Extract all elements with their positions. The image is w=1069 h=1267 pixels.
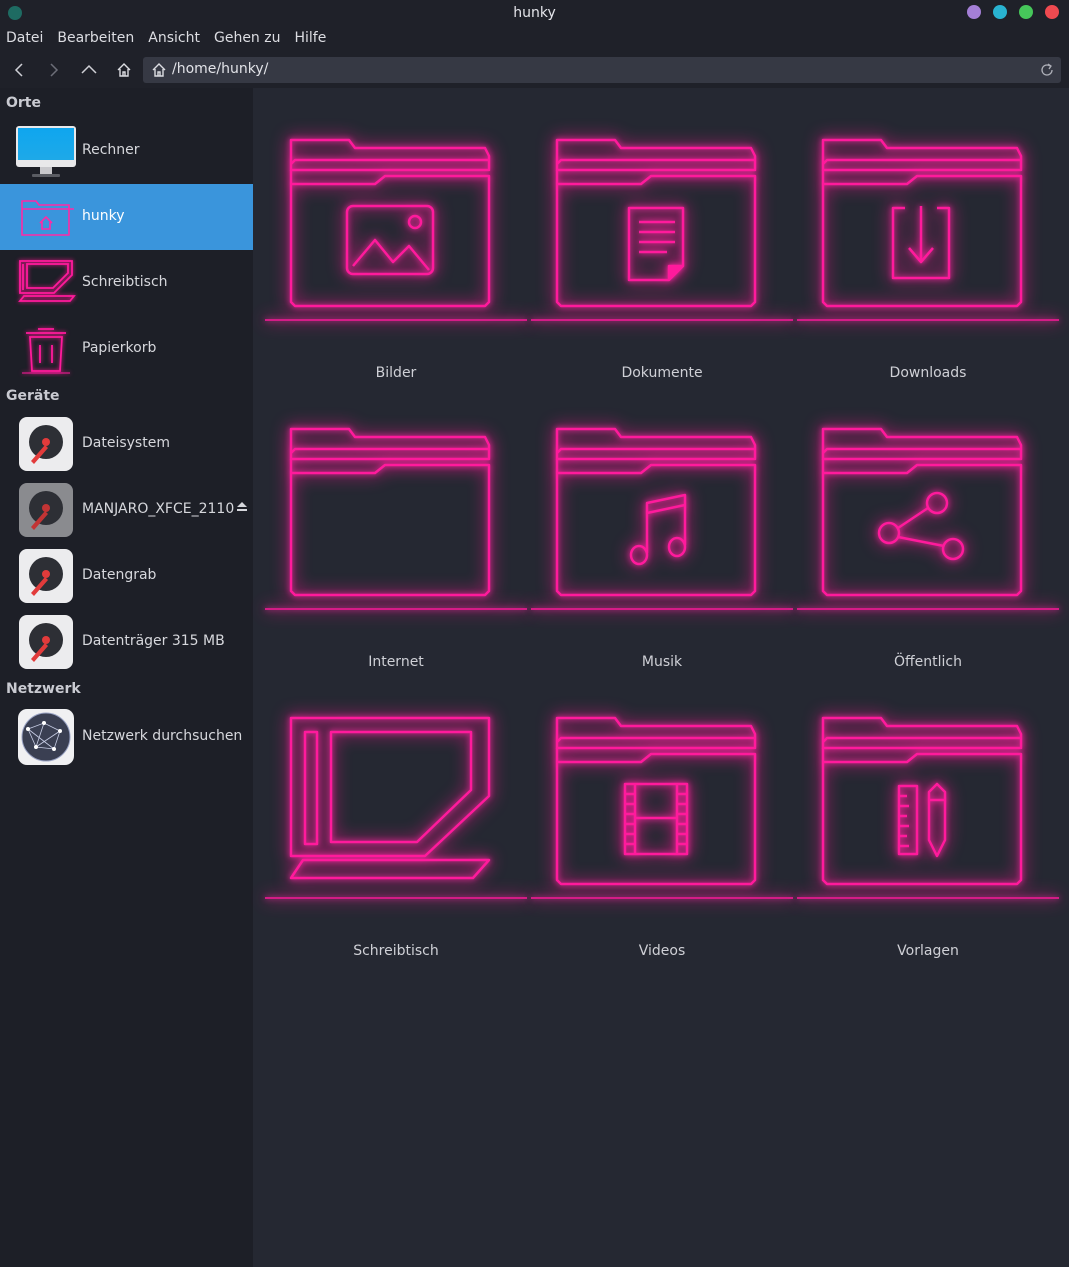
sidebar-item-label: hunky (82, 208, 125, 224)
location-bar[interactable]: /home/hunky/ (143, 57, 1061, 83)
desktop-icon (18, 260, 76, 302)
file-item-downloads[interactable]: Downloads (795, 96, 1061, 385)
section-title-places: Orte (6, 95, 41, 111)
desktop-icon (265, 716, 527, 899)
reload-icon[interactable] (1039, 62, 1055, 78)
close-button[interactable] (1045, 5, 1059, 19)
downloads-folder-icon (797, 138, 1059, 321)
file-item-vorlagen[interactable]: Vorlagen (795, 674, 1061, 963)
title-bar[interactable]: hunky (0, 0, 1069, 26)
home-icon (117, 63, 131, 77)
file-item-label: Downloads (889, 365, 967, 381)
sidebar: Orte Rechner hunky Schreibtisch Papierko… (0, 88, 253, 1267)
sidebar-item-label: MANJARO_XFCE_2110 (82, 501, 235, 517)
sidebar-item-datentraeger[interactable]: Datenträger 315 MB (0, 609, 253, 675)
sidebar-item-label: Dateisystem (82, 435, 170, 451)
sidebar-item-datengrab[interactable]: Datengrab (0, 543, 253, 609)
videos-folder-icon (531, 716, 793, 899)
sidebar-item-netzwerk[interactable]: Netzwerk durchsuchen (0, 704, 253, 770)
file-item-dokumente[interactable]: Dokumente (529, 96, 795, 385)
file-item-videos[interactable]: Videos (529, 674, 795, 963)
minimize-button[interactable] (993, 5, 1007, 19)
back-button[interactable] (5, 57, 33, 83)
drive-icon (19, 549, 73, 603)
file-item-label: Dokumente (621, 365, 703, 381)
menu-bar: Datei Bearbeiten Ansicht Gehen zu Hilfe (0, 26, 1069, 53)
forward-arrow-icon (50, 63, 59, 77)
sticky-button[interactable] (967, 5, 981, 19)
location-path[interactable]: /home/hunky/ (172, 61, 268, 77)
sidebar-item-label: Datengrab (82, 567, 157, 583)
sidebar-item-schreibtisch[interactable]: Schreibtisch (0, 250, 253, 316)
file-item-label: Musik (641, 654, 683, 670)
sidebar-item-hunky[interactable]: hunky (0, 184, 253, 250)
file-manager-window: hunky Datei Bearbeiten Ansicht Gehen zu … (0, 0, 1069, 1267)
sidebar-item-dateisystem[interactable]: Dateisystem (0, 411, 253, 477)
file-item-label: Öffentlich (894, 654, 962, 670)
sidebar-item-papierkorb[interactable]: Papierkorb (0, 316, 253, 382)
home-folder-icon (21, 200, 74, 236)
file-item-label: Videos (638, 943, 686, 959)
sidebar-item-label: Schreibtisch (82, 274, 168, 290)
sidebar-item-label: Papierkorb (82, 340, 157, 356)
forward-button[interactable] (40, 57, 68, 83)
music-folder-icon (531, 427, 793, 610)
section-title-network: Netzwerk (6, 681, 81, 697)
menu-ansicht[interactable]: Ansicht (142, 26, 208, 53)
computer-icon (16, 126, 76, 177)
parent-folder-button[interactable] (75, 57, 103, 83)
file-item-schreibtisch[interactable]: Schreibtisch (263, 674, 529, 963)
sidebar-item-label: Netzwerk durchsuchen (82, 728, 243, 744)
sidebar-item-label: Rechner (82, 142, 140, 158)
public-folder-icon (797, 427, 1059, 610)
maximize-button[interactable] (1019, 5, 1033, 19)
file-item-label: Bilder (375, 365, 417, 381)
back-arrow-icon (14, 63, 23, 77)
file-item-musik[interactable]: Musik (529, 385, 795, 674)
toolbar: /home/hunky/ (0, 53, 1069, 88)
templates-folder-icon (797, 716, 1059, 899)
menu-datei[interactable]: Datei (0, 26, 51, 53)
file-item-oeffentlich[interactable]: Öffentlich (795, 385, 1061, 674)
sidebar-item-label: Datenträger 315 MB (82, 633, 225, 649)
home-button[interactable] (110, 57, 138, 83)
drive-icon (19, 615, 73, 669)
trash-icon (22, 328, 70, 374)
documents-folder-icon (531, 138, 793, 321)
sidebar-item-rechner[interactable]: Rechner (0, 118, 253, 184)
up-arrow-icon (81, 64, 97, 74)
folder-icon (265, 427, 527, 610)
file-item-internet[interactable]: Internet (263, 385, 529, 674)
menu-hilfe[interactable]: Hilfe (288, 26, 334, 53)
sidebar-item-manjaro[interactable]: MANJARO_XFCE_2110 (0, 477, 253, 543)
file-item-label: Vorlagen (897, 943, 959, 959)
menu-gehen-zu[interactable]: Gehen zu (208, 26, 289, 53)
file-item-label: Schreibtisch (353, 943, 439, 959)
section-title-devices: Geräte (6, 388, 60, 404)
eject-icon[interactable] (235, 499, 249, 513)
file-icon-view[interactable]: Bilder Dokumente Downloads Internet Musi… (255, 88, 1069, 1267)
window-title: hunky (513, 5, 556, 21)
menu-bearbeiten[interactable]: Bearbeiten (51, 26, 142, 53)
network-globe-icon (18, 709, 74, 765)
pictures-folder-icon (265, 138, 527, 321)
drive-icon (19, 483, 73, 537)
file-item-label: Internet (368, 654, 424, 670)
drive-icon (19, 417, 73, 471)
file-item-bilder[interactable]: Bilder (263, 96, 529, 385)
home-icon (152, 63, 166, 77)
